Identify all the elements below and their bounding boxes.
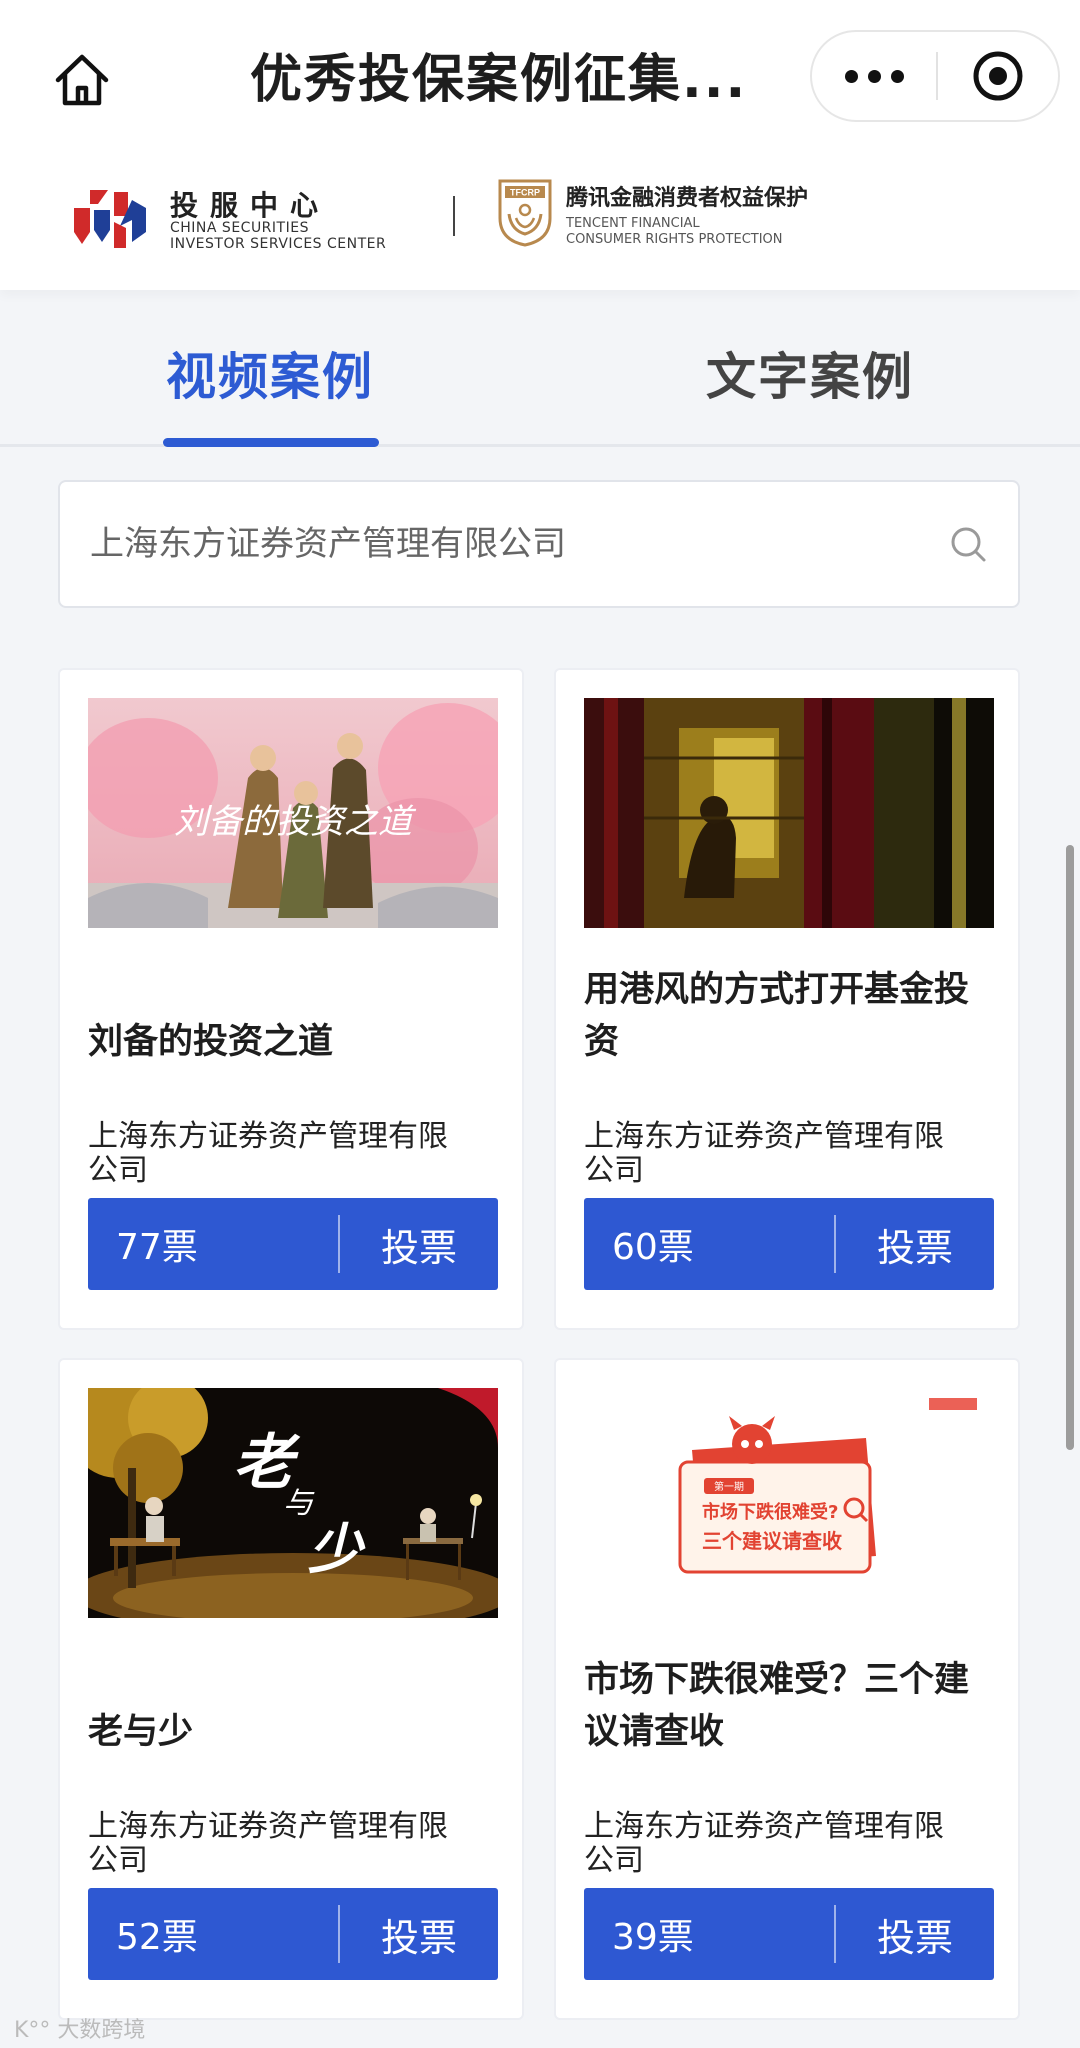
thumbnail-caption-1: 市场下跌很难受?	[702, 1501, 838, 1523]
vote-bar: 77票 投票	[88, 1198, 498, 1290]
search-value: 上海东方证券资产管理有限公司	[90, 524, 566, 564]
logo-left-en-2: INVESTOR SERVICES CENTER	[170, 236, 387, 252]
logo-divider	[453, 196, 455, 236]
card-title: 用港风的方式打开基金投资	[584, 970, 970, 1062]
vote-button[interactable]: 投票	[340, 1907, 498, 1962]
top-bar: 优秀投保案例征集...	[0, 0, 1080, 150]
case-tabs: 视频案例 文字案例	[0, 300, 1080, 447]
vote-button[interactable]: 投票	[836, 1217, 994, 1272]
svg-text:TFCRP: TFCRP	[510, 188, 540, 198]
tab-video-cases[interactable]: 视频案例	[155, 342, 385, 412]
thumbnail-caption-2: 三个建议请查收	[702, 1529, 842, 1553]
thumbnail-caption-3: 少	[308, 1517, 366, 1581]
mini-program-capsule	[810, 30, 1060, 122]
home-icon	[55, 54, 109, 106]
investor-services-center-logo	[74, 190, 146, 248]
card-title: 市场下跌很难受？三个建议请查收	[584, 1660, 970, 1752]
video-thumbnail[interactable]: 刘备的投资之道	[88, 698, 498, 928]
vote-button[interactable]: 投票	[836, 1907, 994, 1962]
vote-bar: 60票 投票	[584, 1198, 994, 1290]
case-card[interactable]: 用港风的方式打开基金投资 上海东方证券资产管理有限 公司 60票 投票	[554, 668, 1020, 1330]
logo-right-en-2: CONSUMER RIGHTS PROTECTION	[566, 232, 783, 247]
video-thumbnail[interactable]	[584, 698, 994, 928]
video-thumbnail[interactable]: 老 与 少	[88, 1388, 498, 1618]
scrollbar[interactable]	[1066, 845, 1074, 1450]
active-tab-indicator	[163, 438, 379, 447]
card-company-line-1: 上海东方证券资产管理有限	[584, 1809, 944, 1844]
app-root: 优秀投保案例征集... 投服中心 CHINA SECURITIES INVEST…	[0, 0, 1080, 2048]
logo-left-en-1: CHINA SECURITIES	[170, 220, 309, 236]
logo-right-en-1: TENCENT FINANCIAL	[566, 216, 700, 231]
close-icon	[973, 51, 1023, 101]
vote-bar: 52票 投票	[88, 1888, 498, 1980]
more-icon-dot	[867, 69, 881, 83]
thumbnail-caption-2: 与	[283, 1486, 315, 1521]
card-title: 老与少	[88, 1712, 194, 1752]
vote-bar: 39票 投票	[584, 1888, 994, 1980]
partner-logos: 投服中心 CHINA SECURITIES INVESTOR SERVICES …	[0, 150, 1080, 290]
search-icon[interactable]	[948, 524, 988, 564]
logo-right-cn: 腾讯金融消费者权益保护	[566, 186, 809, 211]
search-input[interactable]: 上海东方证券资产管理有限公司	[58, 480, 1020, 608]
thumbnail-tag: 第一期	[714, 1480, 744, 1493]
logo-left-cn: 投服中心	[170, 189, 331, 222]
vote-button[interactable]: 投票	[340, 1217, 498, 1272]
more-button[interactable]	[812, 32, 936, 120]
close-button[interactable]	[938, 32, 1058, 120]
case-card[interactable]: 老 与 少 老与少 上海东方证券资产管理有限 公司 52票 投票	[58, 1358, 524, 2020]
more-icon	[844, 69, 858, 83]
tab-text-cases[interactable]: 文字案例	[695, 342, 925, 412]
vote-count: 77票	[116, 1227, 198, 1268]
card-company-line-1: 上海东方证券资产管理有限	[88, 1809, 448, 1844]
card-company-line-2: 公司	[88, 1153, 148, 1188]
thumbnail-caption: 刘备的投资之道	[174, 802, 417, 842]
card-company-line-2: 公司	[584, 1843, 644, 1878]
vote-count: 39票	[612, 1917, 694, 1958]
case-card[interactable]: 第一期 市场下跌很难受? 三个建议请查收 市场下跌很难受？三个建议请查收 上海东…	[554, 1358, 1020, 2020]
case-card[interactable]: 刘备的投资之道 刘备的投资之道 上海东方证券资产管理有限 公司 77票 投票	[58, 668, 524, 1330]
tabs-divider	[0, 444, 1080, 447]
card-company-line-2: 公司	[88, 1843, 148, 1878]
more-icon-dot	[890, 69, 904, 83]
tfcrp-logo: TFCRP	[498, 179, 552, 247]
vote-count: 60票	[612, 1227, 694, 1268]
video-thumbnail[interactable]: 第一期 市场下跌很难受? 三个建议请查收	[584, 1388, 994, 1618]
card-title: 刘备的投资之道	[88, 1022, 334, 1062]
page-title: 优秀投保案例征集...	[250, 50, 748, 110]
vote-count: 52票	[116, 1917, 198, 1958]
home-button[interactable]	[46, 44, 118, 116]
card-company-line-1: 上海东方证券资产管理有限	[88, 1119, 448, 1154]
card-company-line-2: 公司	[584, 1153, 644, 1188]
card-company-line-1: 上海东方证券资产管理有限	[584, 1119, 944, 1154]
watermark: K°° 大数跨境	[14, 2018, 146, 2043]
